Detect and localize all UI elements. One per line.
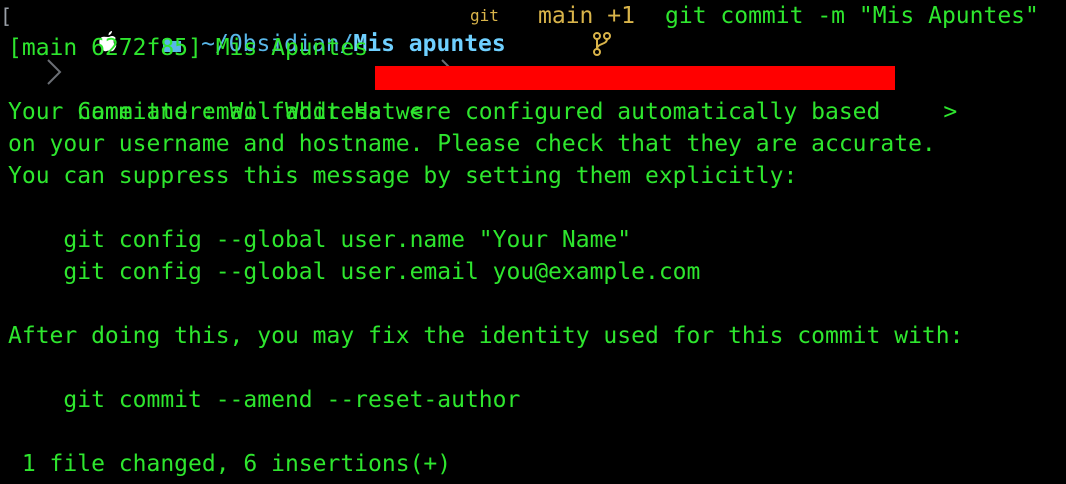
- shell-prompt: [ ~/Obsidian/Mis apuntes git main +1 git…: [0, 0, 1066, 85]
- output-line: After doing this, you may fix the identi…: [8, 323, 964, 349]
- apple-icon: [14, 2, 117, 52]
- commit-summary-line: [main 6272f85] Mis Apuntes: [8, 35, 369, 61]
- config-email-hint: git config --global user.email you@examp…: [8, 259, 701, 285]
- committer-suffix: >: [943, 99, 958, 125]
- git-branch-status: main +1: [538, 3, 635, 29]
- amend-hint: git commit --amend --reset-author: [8, 387, 521, 413]
- folder-icon: [78, 2, 182, 52]
- prompt-bracket: [: [0, 4, 13, 28]
- git-label: git: [470, 6, 499, 25]
- output-line: You can suppress this message by setting…: [8, 163, 798, 189]
- redaction-box: [375, 66, 895, 90]
- config-name-hint: git config --global user.name "Your Name…: [8, 227, 632, 253]
- output-line: Your name and email address were configu…: [8, 99, 881, 125]
- command-input[interactable]: git commit -m "Mis Apuntes": [665, 2, 1039, 30]
- git-branch-icon: [508, 2, 612, 56]
- output-line: on your username and hostname. Please ch…: [8, 131, 936, 157]
- terminal-window[interactable]: [ ~/Obsidian/Mis apuntes git main +1 git…: [0, 0, 1066, 484]
- change-summary-line: 1 file changed, 6 insertions(+): [8, 451, 452, 477]
